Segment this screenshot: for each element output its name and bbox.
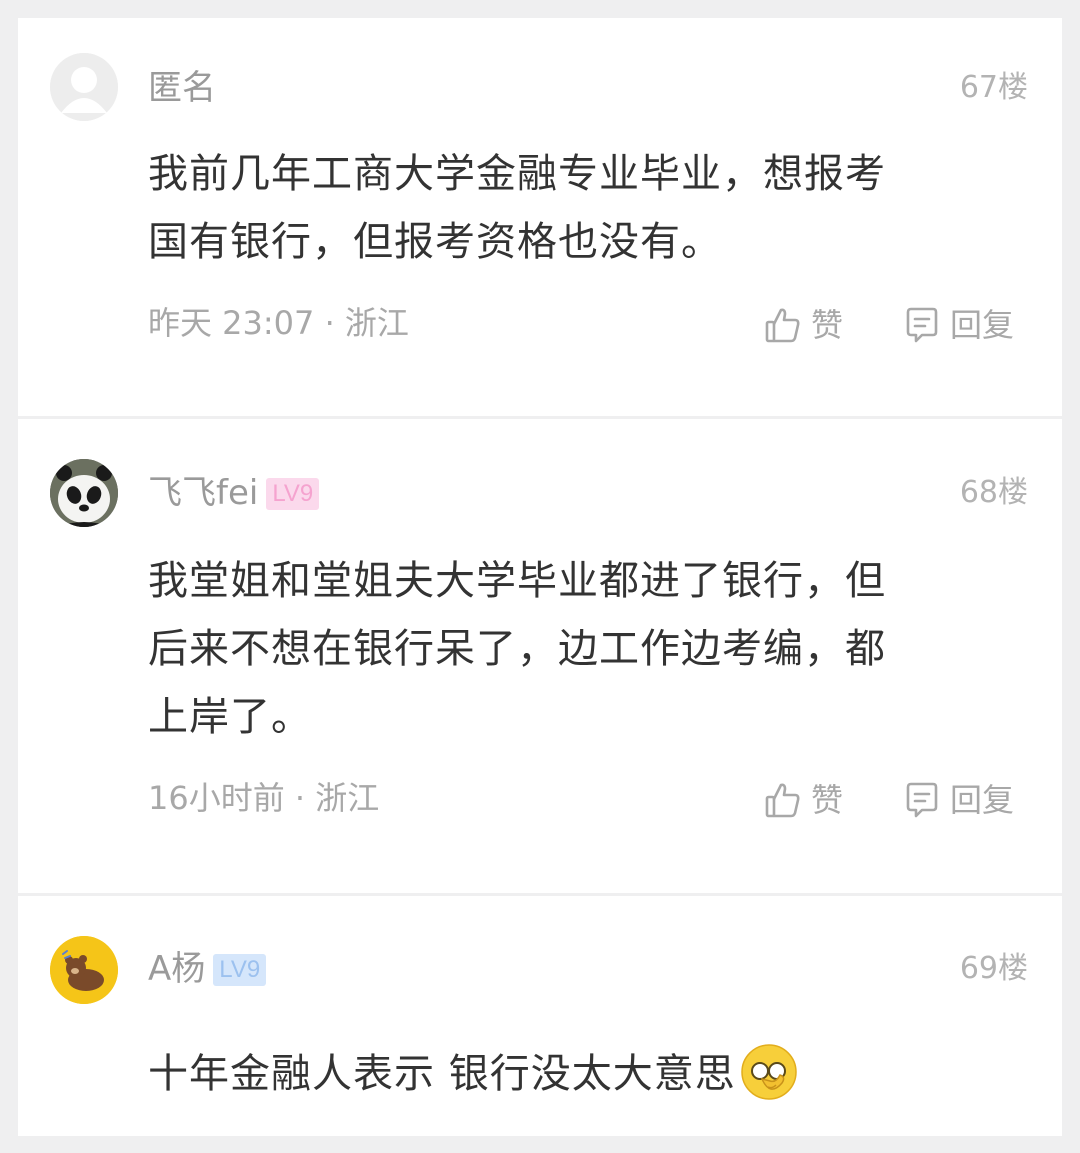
- username[interactable]: A杨 LV9: [148, 949, 267, 989]
- username[interactable]: 飞飞fei LV9: [148, 473, 320, 513]
- comment-card: 匿名 67楼 我前几年工商大学金融专业毕业，想报考 国有银行，但报考资格也没有。…: [18, 18, 1062, 416]
- anonymous-avatar[interactable]: [50, 53, 118, 121]
- comment-icon: [906, 307, 938, 343]
- comment-line: 十年金融人表示 银行没太大意思: [148, 1051, 736, 1097]
- reply-label: 回复: [950, 781, 1015, 819]
- username[interactable]: 匿名: [148, 68, 216, 108]
- username-text[interactable]: A杨: [148, 949, 205, 989]
- reply-label: 回复: [950, 306, 1015, 344]
- comment-line: 国有银行，但报考资格也没有。: [148, 219, 722, 265]
- comment-text: 我堂姐和堂姐夫大学毕业都进了银行，但 后来不想在银行呆了，边工作边考编，都 上岸…: [148, 547, 978, 751]
- floor-number: 68楼: [959, 475, 1028, 510]
- like-label: 赞: [811, 306, 844, 344]
- comment-meta: 16小时前 · 浙江: [148, 779, 380, 817]
- like-label: 赞: [811, 781, 844, 819]
- comment-card: A杨 LV9 69楼 十年金融人表示 银行没太大意思: [18, 896, 1062, 1136]
- comment-text: 十年金融人表示 银行没太大意思: [148, 1040, 1028, 1122]
- facepalm-emoji: [740, 1043, 798, 1122]
- comment-line: 上岸了。: [148, 694, 312, 740]
- username-text[interactable]: 匿名: [148, 68, 216, 108]
- floor-number: 69楼: [959, 951, 1028, 986]
- comment-card: 飞飞fei LV9 68楼 我堂姐和堂姐夫大学毕业都进了银行，但 后来不想在银行呆…: [18, 419, 1062, 893]
- reply-button[interactable]: 回复: [902, 780, 1014, 820]
- reply-button[interactable]: 回复: [902, 305, 1014, 345]
- username-text[interactable]: 飞飞fei: [148, 473, 258, 513]
- comment-meta: 昨天 23:07 · 浙江: [148, 304, 409, 342]
- level-badge: LV9: [213, 954, 267, 986]
- comment-line: 我前几年工商大学金融专业毕业，想报考: [148, 151, 886, 197]
- comment-icon: [906, 782, 938, 818]
- comment-line: 我堂姐和堂姐夫大学毕业都进了银行，但: [148, 558, 886, 604]
- bear-avatar[interactable]: [50, 936, 118, 1004]
- thumbs-up-icon: [765, 783, 800, 818]
- thumbs-up-icon: [765, 308, 800, 343]
- comment-line: 后来不想在银行呆了，边工作边考编，都: [148, 626, 886, 672]
- level-badge: LV9: [266, 478, 320, 510]
- panda-avatar[interactable]: [50, 459, 118, 527]
- comment-text: 我前几年工商大学金融专业毕业，想报考 国有银行，但报考资格也没有。: [148, 140, 978, 276]
- floor-number: 67楼: [959, 70, 1028, 105]
- like-button[interactable]: 赞: [763, 780, 843, 820]
- like-button[interactable]: 赞: [763, 305, 843, 345]
